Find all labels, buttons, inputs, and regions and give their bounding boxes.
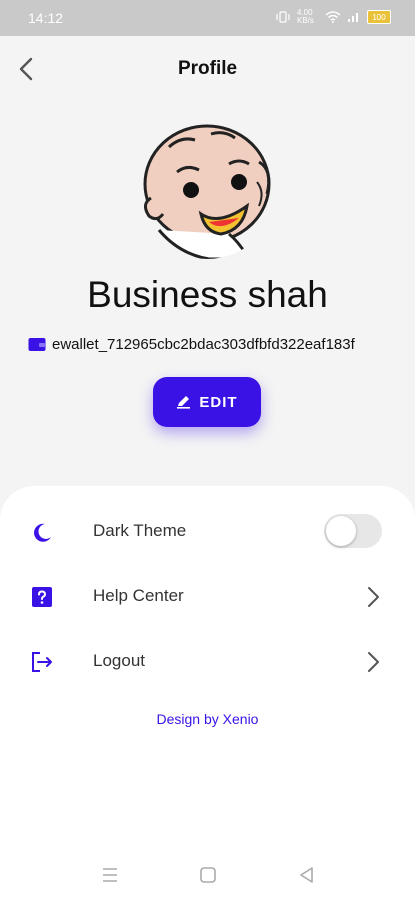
- settings-item-help-center[interactable]: Help Center: [0, 569, 415, 625]
- question-icon: [32, 587, 52, 607]
- menu-icon[interactable]: [99, 864, 121, 886]
- moon-icon: [34, 523, 51, 542]
- profile-name: Business shah: [87, 274, 328, 315]
- toggle-knob: [326, 516, 356, 546]
- home-icon[interactable]: [197, 864, 219, 886]
- network-speed: 4.00 KB/s: [297, 8, 314, 25]
- cartoon-face-illustration: [143, 124, 271, 259]
- wifi-icon: [325, 11, 341, 23]
- settings-item-logout[interactable]: Logout: [0, 634, 415, 690]
- wallet-icon: [28, 338, 46, 351]
- settings-panel: Dark Theme Help Center Logout: [0, 486, 415, 900]
- vibrate-icon: [276, 11, 290, 23]
- pencil-icon: [177, 396, 191, 409]
- logout-icon: [32, 652, 52, 672]
- wallet-address: ewallet_712965cbc2bdac303dfbfd322eaf183f: [52, 336, 355, 353]
- system-nav-bar: [0, 858, 415, 894]
- status-bar: 14:12 4.00 KB/s 100: [0, 0, 415, 36]
- avatar[interactable]: [139, 122, 276, 259]
- battery-icon: 100: [367, 10, 391, 24]
- chevron-right-icon: [368, 652, 379, 672]
- back-triangle-icon[interactable]: [296, 864, 318, 886]
- edit-button[interactable]: EDIT: [153, 377, 261, 427]
- footer-credit: Design by Xenio: [156, 711, 259, 727]
- edit-button-label: EDIT: [199, 393, 238, 411]
- status-time: 14:12: [28, 10, 64, 26]
- wallet-row: ewallet_712965cbc2bdac303dfbfd322eaf183f: [28, 336, 398, 353]
- settings-item-label: Dark Theme: [93, 521, 187, 540]
- signal-icon: [348, 13, 358, 22]
- chevron-right-icon: [368, 587, 379, 607]
- page-title: Profile: [177, 58, 238, 79]
- settings-item-label: Logout: [93, 651, 145, 670]
- settings-item-label: Help Center: [93, 586, 184, 605]
- status-icons: 4.00 KB/s 100: [275, 9, 391, 25]
- dark-theme-toggle[interactable]: [324, 514, 382, 548]
- settings-item-dark-theme[interactable]: Dark Theme: [0, 504, 415, 560]
